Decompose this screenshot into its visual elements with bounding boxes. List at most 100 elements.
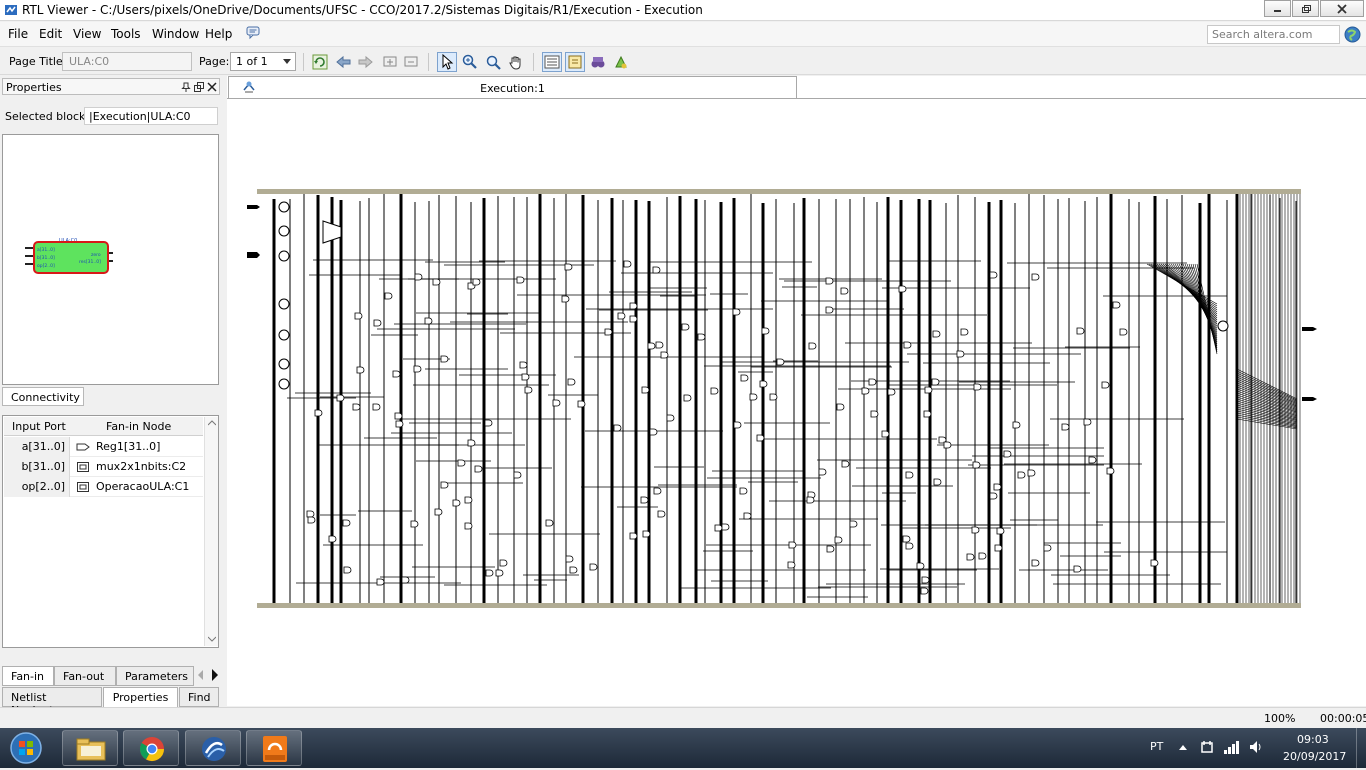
taskbar-chrome[interactable] <box>123 730 179 766</box>
logic-gate <box>972 461 981 469</box>
logic-gate <box>989 492 998 500</box>
tab-fan-in[interactable]: Fan-in <box>2 666 54 686</box>
block-preview: ULA:C0 a[31..0] b[31..0] op[2..0] zero r… <box>2 134 219 385</box>
logic-gate <box>629 315 638 323</box>
instance-icon <box>77 481 89 492</box>
menu-view[interactable]: View <box>73 27 101 41</box>
globe-icon[interactable] <box>1344 26 1361 43</box>
scroll-up-icon[interactable] <box>208 420 216 426</box>
tab-connectivity[interactable]: Connectivity <box>2 387 84 406</box>
logic-gate <box>943 441 952 449</box>
go-up-hierarchy-button[interactable] <box>380 52 400 72</box>
go-down-hierarchy-button[interactable] <box>401 52 421 72</box>
network-icon[interactable] <box>1223 739 1241 755</box>
port-op: op[2..0] <box>37 263 55 269</box>
fit-in-window-button[interactable] <box>483 52 503 72</box>
panel-title: Properties <box>6 81 62 94</box>
logic-gate <box>989 271 998 279</box>
cell-node: OperacaoULA:C1 <box>76 480 189 493</box>
back-button[interactable] <box>334 52 354 72</box>
tab-properties[interactable]: Properties <box>103 687 178 708</box>
binoculars-icon <box>591 57 605 68</box>
menu-help[interactable]: Help <box>205 27 232 41</box>
taskbar-quartus[interactable] <box>185 730 241 766</box>
logic-gate <box>306 510 315 518</box>
forward-button[interactable] <box>355 52 375 72</box>
logic-gate <box>617 312 626 320</box>
close-window-button[interactable] <box>1320 0 1364 17</box>
page-select[interactable]: 1 of 1 <box>230 52 296 71</box>
table-row[interactable]: a[31..0] Reg1[31..0] <box>4 437 203 457</box>
logic-gate <box>898 285 907 293</box>
refresh-button[interactable] <box>310 52 330 72</box>
cell-node: mux2x1nbits:C2 <box>76 460 186 473</box>
menu-file[interactable]: File <box>8 27 28 41</box>
page-title-field[interactable]: ULA:C0 <box>62 52 192 71</box>
selection-tool-button[interactable] <box>437 52 457 72</box>
logic-gate <box>834 536 843 544</box>
tab-fan-out[interactable]: Fan-out <box>54 666 116 686</box>
hand-tool-button[interactable] <box>506 52 526 72</box>
logic-gate <box>642 530 651 538</box>
logic-gate <box>920 587 929 595</box>
menu-tools[interactable]: Tools <box>111 27 141 41</box>
tab-netlist-navigator[interactable]: Netlist Navigator <box>2 687 102 717</box>
logic-gate <box>472 278 481 286</box>
logic-gate <box>434 508 443 516</box>
logic-gate <box>836 403 845 411</box>
show-desktop-button[interactable] <box>1356 728 1366 768</box>
taskbar-explorer[interactable] <box>62 730 118 766</box>
search-input[interactable]: Search altera.com <box>1207 25 1340 44</box>
logic-gate <box>933 478 942 486</box>
vertical-scrollbar[interactable] <box>204 417 218 646</box>
table-row[interactable]: op[2..0] OperacaoULA:C1 <box>4 477 203 497</box>
close-icon[interactable] <box>207 82 217 92</box>
action-center-icon[interactable] <box>1199 739 1215 755</box>
tab-parameters[interactable]: Parameters <box>116 666 194 686</box>
logic-gate <box>868 378 877 386</box>
taskbar-pdf[interactable] <box>246 730 302 766</box>
feedback-icon[interactable] <box>246 26 260 40</box>
tab-scroll-left-icon[interactable] <box>196 669 206 681</box>
properties-panel-header: Properties <box>2 78 220 95</box>
logic-gate <box>666 414 675 422</box>
menu-edit[interactable]: Edit <box>39 27 62 41</box>
hand-icon <box>509 56 521 70</box>
chevron-down-icon <box>283 59 291 64</box>
logic-gate <box>495 569 504 577</box>
tab-scroll-right-icon[interactable] <box>209 668 221 682</box>
restore-button[interactable] <box>1292 0 1319 17</box>
column-header-input-port[interactable]: Input Port <box>12 420 66 433</box>
output-pin <box>1302 327 1317 331</box>
logic-gate <box>993 483 1002 491</box>
tab-find[interactable]: Find <box>179 687 219 707</box>
pin-icon[interactable] <box>181 82 191 92</box>
logic-gate <box>524 386 533 394</box>
language-indicator[interactable]: PT <box>1150 740 1163 753</box>
properties-toggle-button[interactable] <box>542 52 562 72</box>
scroll-down-icon[interactable] <box>208 636 216 642</box>
menu-window[interactable]: Window <box>152 27 199 41</box>
find-button[interactable] <box>588 52 608 72</box>
selected-block-field[interactable]: |Execution|ULA:C0 <box>84 107 218 125</box>
document-tab-execution[interactable]: Execution:1 <box>228 76 797 98</box>
clock-date[interactable]: 20/09/2017 <box>1283 750 1346 763</box>
netlist-navigator-toggle-button[interactable] <box>565 52 585 72</box>
logic-gate <box>1083 418 1092 426</box>
table-row[interactable]: b[31..0] mux2x1nbits:C2 <box>4 457 203 477</box>
rtl-schematic[interactable] <box>227 99 1366 706</box>
clock-time[interactable]: 09:03 <box>1297 733 1329 746</box>
start-button[interactable] <box>4 729 48 767</box>
minimize-button[interactable] <box>1264 0 1291 17</box>
logic-gate <box>1031 273 1040 281</box>
logic-gate <box>697 333 706 341</box>
logic-gate <box>732 308 741 316</box>
volume-icon[interactable] <box>1248 739 1264 755</box>
float-window-icon[interactable] <box>194 82 204 92</box>
port-zero: zero <box>91 252 101 258</box>
zoom-tool-button[interactable] <box>460 52 480 72</box>
toolbar-separator <box>428 53 429 71</box>
tray-expand-icon[interactable] <box>1178 743 1188 751</box>
highlight-button[interactable] <box>611 52 631 72</box>
column-header-fan-in-node[interactable]: Fan-in Node <box>106 420 171 433</box>
